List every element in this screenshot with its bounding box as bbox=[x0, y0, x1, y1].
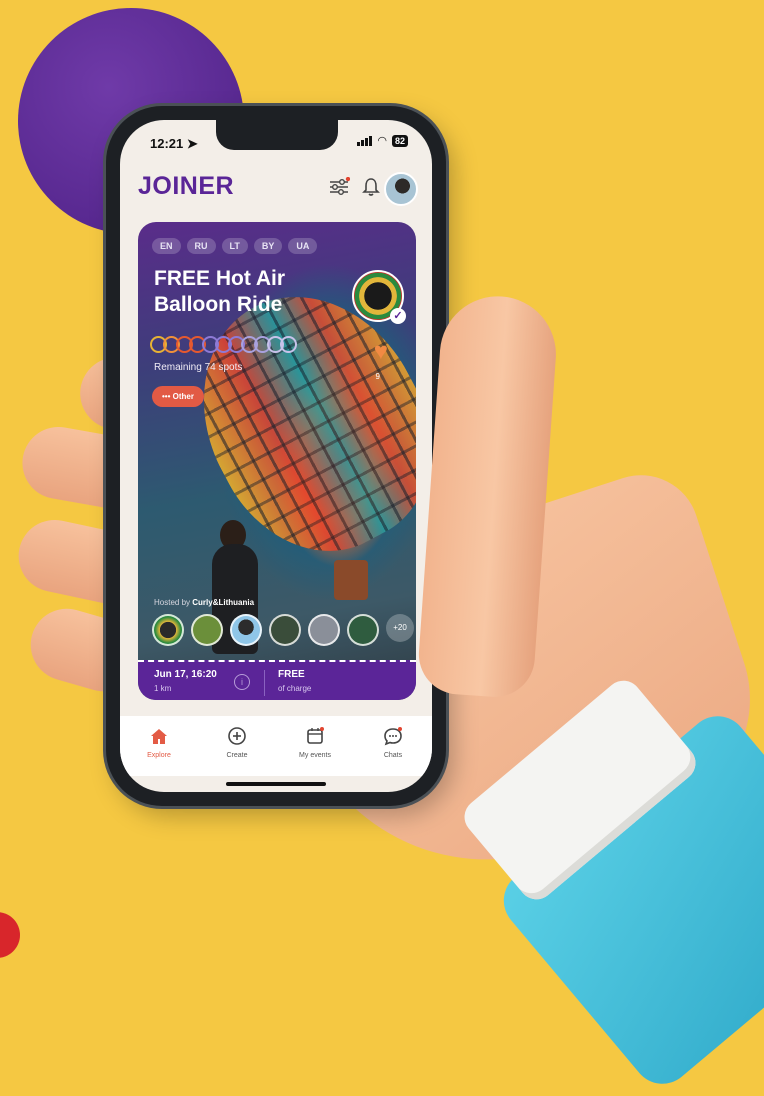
language-chip[interactable]: EN bbox=[152, 238, 181, 254]
hosted-by: Hosted by Curly&Lithuania bbox=[154, 598, 255, 607]
status-icons: ◠ 82 bbox=[357, 135, 408, 147]
attendee-avatar bbox=[191, 614, 223, 646]
language-chip[interactable]: RU bbox=[186, 238, 216, 254]
divider bbox=[264, 670, 265, 696]
language-chip[interactable]: UA bbox=[288, 238, 318, 254]
remaining-spots: Remaining 74 spots bbox=[154, 362, 243, 373]
language-chip[interactable]: BY bbox=[253, 238, 283, 254]
event-info-bar: Jun 17, 16:20 1 km i FREE of charge bbox=[138, 660, 416, 700]
user-avatar[interactable] bbox=[384, 172, 418, 206]
bottom-tab-bar: Explore Create My events Chats bbox=[120, 716, 432, 776]
attendee-avatar bbox=[152, 614, 184, 646]
attendee-avatar bbox=[269, 614, 301, 646]
spots-progress-icon bbox=[150, 336, 297, 353]
wifi-icon: ◠ bbox=[377, 135, 387, 147]
event-title: FREE Hot Air Balloon Ride bbox=[154, 267, 286, 316]
filter-sliders-icon[interactable] bbox=[326, 174, 352, 200]
balloon-basket-image bbox=[334, 560, 368, 600]
language-chips: EN RU LT BY UA bbox=[152, 238, 318, 254]
host-name[interactable]: Curly&Lithuania bbox=[192, 598, 254, 607]
tab-label: Create bbox=[226, 752, 248, 759]
attendees-row[interactable]: +20 bbox=[152, 614, 414, 646]
event-date: Jun 17, 16:20 bbox=[154, 669, 217, 680]
calendar-icon bbox=[280, 726, 350, 748]
app-logo: JOINER bbox=[138, 172, 235, 200]
plus-circle-icon bbox=[202, 726, 272, 748]
tab-my-events[interactable]: My events bbox=[280, 716, 350, 776]
attendee-avatar bbox=[308, 614, 340, 646]
event-card[interactable]: EN RU LT BY UA FREE Hot Air Balloon Ride… bbox=[138, 222, 416, 700]
event-price: FREE bbox=[278, 669, 305, 680]
event-price-sub: of charge bbox=[278, 684, 312, 693]
background-dot bbox=[0, 912, 20, 958]
status-time: 12:21 ➤ bbox=[150, 136, 198, 151]
event-distance: 1 km bbox=[154, 684, 172, 693]
home-icon bbox=[124, 726, 194, 748]
tab-label: My events bbox=[299, 752, 331, 759]
tab-label: Chats bbox=[383, 752, 403, 759]
signal-icon bbox=[357, 136, 373, 146]
info-icon[interactable]: i bbox=[234, 674, 250, 690]
language-chip[interactable]: LT bbox=[221, 238, 248, 254]
phone-notch bbox=[216, 120, 338, 150]
tab-explore[interactable]: Explore bbox=[124, 716, 194, 776]
phone: 12:21 ➤ ◠ 82 JOINER EN RU LT BY UA FREE … bbox=[106, 106, 446, 806]
chat-bubble-icon bbox=[358, 726, 428, 748]
attendees-more-count: +20 bbox=[386, 614, 414, 642]
verified-icon: ✓ bbox=[390, 308, 406, 324]
attendee-avatar bbox=[230, 614, 262, 646]
category-chip[interactable]: ••• Other bbox=[152, 386, 204, 407]
like-count: 9 bbox=[375, 372, 380, 381]
phone-screen: 12:21 ➤ ◠ 82 JOINER EN RU LT BY UA FREE … bbox=[120, 120, 432, 792]
app-header: JOINER bbox=[120, 166, 432, 206]
tab-chats[interactable]: Chats bbox=[358, 716, 428, 776]
attendee-avatar bbox=[347, 614, 379, 646]
home-indicator bbox=[226, 782, 326, 786]
heart-icon[interactable]: ♥ bbox=[374, 338, 388, 366]
battery-indicator: 82 bbox=[391, 135, 408, 147]
bell-icon[interactable] bbox=[358, 174, 384, 200]
tab-label: Explore bbox=[147, 752, 171, 759]
tab-create[interactable]: Create bbox=[202, 716, 272, 776]
